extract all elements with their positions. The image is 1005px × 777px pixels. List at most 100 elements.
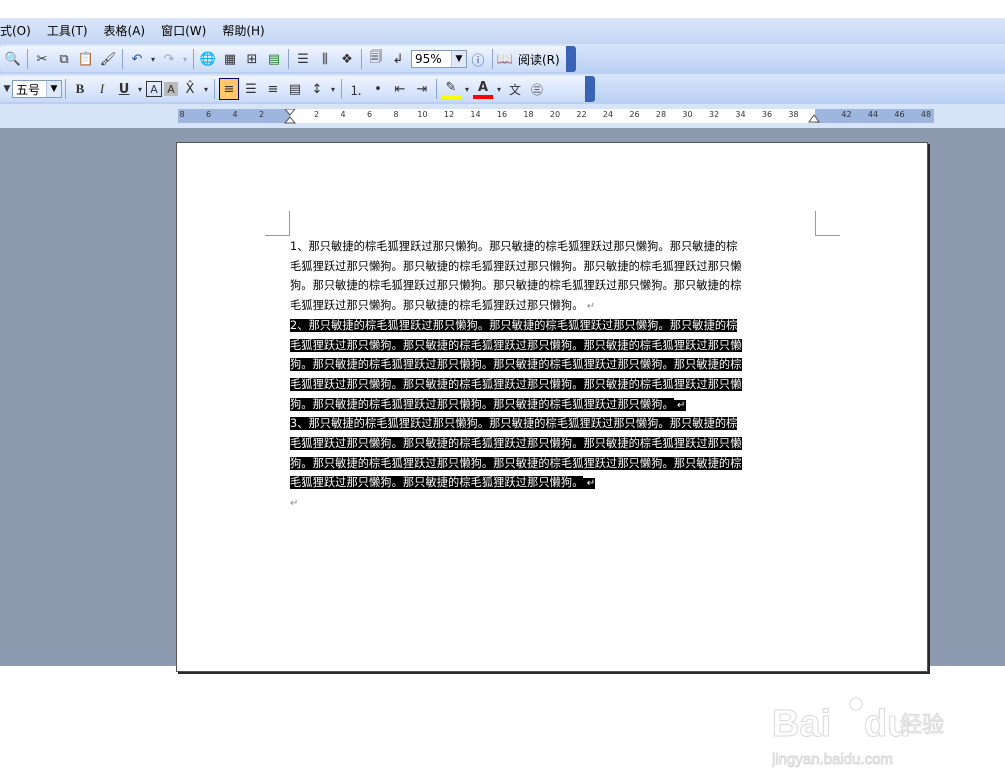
line-spacing-dropdown-icon[interactable]: ▾ <box>329 78 337 100</box>
paragraph-mark-icon: ↵ <box>290 498 299 510</box>
insert-excel-icon[interactable]: ▤ <box>264 48 284 70</box>
ruler-tick-label: 26 <box>629 110 640 119</box>
paste-icon[interactable]: 📋 <box>76 48 96 70</box>
insert-table-icon[interactable]: ⊞ <box>242 48 262 70</box>
italic-icon[interactable]: I <box>92 78 112 100</box>
paragraph-mark-icon: ↵ <box>673 399 686 411</box>
bold-icon[interactable]: B <box>70 78 90 100</box>
menu-help[interactable]: 帮助(H) <box>214 18 272 44</box>
undo-dropdown-icon[interactable]: ▾ <box>149 48 157 70</box>
document-paragraph[interactable]: 3、那只敏捷的棕毛狐狸跃过那只懒狗。那只敏捷的棕毛狐狸跃过那只懒狗。那只敏捷的棕… <box>290 414 818 494</box>
char-scaling-dropdown-icon[interactable]: ▾ <box>202 78 210 100</box>
ruler-tick-label: 24 <box>602 110 614 119</box>
decrease-indent-icon[interactable]: ⇤ <box>390 78 410 100</box>
redo-dropdown-icon[interactable]: ▾ <box>181 48 189 70</box>
zoom-combo[interactable]: 95% ▼ <box>411 50 467 68</box>
align-center-icon[interactable]: ☰ <box>241 78 261 100</box>
menu-window[interactable]: 窗口(W) <box>153 18 214 44</box>
right-indent-icon[interactable] <box>808 113 820 123</box>
document-page[interactable]: 1、那只敏捷的棕毛狐狸跃过那只懒狗。那只敏捷的棕毛狐狸跃过那只懒狗。那只敏捷的棕… <box>176 142 928 672</box>
align-left-icon[interactable]: ≡ <box>219 78 239 100</box>
paw-icon <box>849 697 863 711</box>
redo-icon[interactable]: ↷ <box>159 48 179 70</box>
bullets-icon[interactable]: • <box>368 78 388 100</box>
first-line-indent-icon[interactable] <box>284 109 296 125</box>
numbering-icon[interactable]: ⒈ <box>346 78 366 100</box>
text-line: 毛狐狸跃过那只懒狗。那只敏捷的棕毛狐狸跃过那只懒狗。 ↵ <box>290 296 818 317</box>
window-top-strip <box>0 0 1005 18</box>
text-line: 狗。那只敏捷的棕毛狐狸跃过那只懒狗。那只敏捷的棕毛狐狸跃过那只懒狗。那只敏捷的棕 <box>290 454 818 474</box>
line-text: 狗。那只敏捷的棕毛狐狸跃过那只懒狗。那只敏捷的棕毛狐狸跃过那只懒狗。那只敏捷的棕 <box>290 456 742 470</box>
char-border-icon[interactable]: A <box>146 81 162 97</box>
help-icon[interactable]: ⓘ <box>468 48 488 70</box>
text-line: 毛狐狸跃过那只懒狗。那只敏捷的棕毛狐狸跃过那只懒狗。那只敏捷的棕毛狐狸跃过那只懒 <box>290 434 818 454</box>
ruler-tick-label: 44 <box>867 110 879 119</box>
ruler-tick-label: 6 <box>205 110 212 119</box>
ruler-tick-label: 16 <box>496 110 508 119</box>
ruler-area: 8 6 4 2 2 4 6 8 10 12 14 16 18 20 22 24 26 28 30 32 34 36 38 42… <box>0 104 1005 128</box>
formatting-toolbar-group: ▼ 五号 ▼ B I U ▾ A A X̂ ▾ ≡ ☰ ≡ ▤ ↕ ▾ ⒈ • … <box>0 76 589 102</box>
menu-table[interactable]: 表格(A) <box>96 18 154 44</box>
font-size-value: 五号 <box>16 82 41 97</box>
formatting-toolbar: ▼ 五号 ▼ B I U ▾ A A X̂ ▾ ≡ ☰ ≡ ▤ ↕ ▾ ⒈ • … <box>0 74 1005 104</box>
char-shading-icon[interactable]: A <box>164 82 178 96</box>
chevron-down-icon[interactable]: ▼ <box>451 51 466 67</box>
text-line: 毛狐狸跃过那只懒狗。那只敏捷的棕毛狐狸跃过那只懒狗。那只敏捷的棕毛狐狸跃过那只懒 <box>290 336 818 356</box>
underline-dropdown-icon[interactable]: ▾ <box>136 78 144 100</box>
read-icon[interactable]: 📖 <box>497 48 513 70</box>
copy-icon[interactable]: ⧉ <box>54 48 74 70</box>
toolbar-options-icon[interactable] <box>566 46 576 72</box>
underline-icon[interactable]: U <box>114 78 134 100</box>
print-preview-icon[interactable]: 🔍 <box>3 48 23 70</box>
watermark-brand: Bai <box>772 703 831 745</box>
highlight-dropdown-icon[interactable]: ▾ <box>463 78 471 100</box>
text-line: 狗。那只敏捷的棕毛狐狸跃过那只懒狗。那只敏捷的棕毛狐狸跃过那只懒狗。 ↵ <box>290 395 818 416</box>
increase-indent-icon[interactable]: ⇥ <box>412 78 432 100</box>
ruler-tick-label: 10 <box>417 110 428 119</box>
document-paragraph[interactable]: 1、那只敏捷的棕毛狐狸跃过那只懒狗。那只敏捷的棕毛狐狸跃过那只懒狗。那只敏捷的棕… <box>290 237 818 317</box>
undo-icon[interactable]: ↶ <box>127 48 147 70</box>
char-scaling-icon[interactable]: X̂ <box>180 78 200 100</box>
font-color-icon[interactable]: A <box>473 79 493 99</box>
justify-icon[interactable]: ▤ <box>285 78 305 100</box>
format-painter-icon[interactable]: 🖌 <box>98 48 118 70</box>
menu-tools[interactable]: 工具(T) <box>39 18 96 44</box>
highlight-icon[interactable]: ✎ <box>441 79 461 99</box>
margin-corner-marker <box>265 211 290 236</box>
paragraph-mark-icon[interactable]: ↲ <box>388 48 408 70</box>
font-color-dropdown-icon[interactable]: ▾ <box>495 78 503 100</box>
hyperlink-icon[interactable]: 🌐 <box>198 48 218 70</box>
watermark-cn: 经验 <box>900 713 944 738</box>
margin-corner-marker <box>815 211 840 236</box>
phonetic-guide-icon[interactable]: 文 <box>505 78 525 100</box>
drawing-icon[interactable]: ⫼ <box>315 48 335 70</box>
align-right-icon[interactable]: ≡ <box>263 78 283 100</box>
separator <box>193 49 194 69</box>
ruler-tick-label: 12 <box>443 110 455 119</box>
document-workspace: 1、那只敏捷的棕毛狐狸跃过那只懒狗。那只敏捷的棕毛狐狸跃过那只懒狗。那只敏捷的棕… <box>0 128 1005 769</box>
empty-paragraph[interactable]: ↵ <box>290 493 818 514</box>
chevron-down-icon[interactable]: ▼ <box>46 81 61 97</box>
cut-icon[interactable]: ✂ <box>32 48 52 70</box>
horizontal-ruler[interactable]: 8 6 4 2 2 4 6 8 10 12 14 16 18 20 22 24 26 28 30 32 34 36 38 42… <box>178 109 934 125</box>
text-line: 1、那只敏捷的棕毛狐狸跃过那只懒狗。那只敏捷的棕毛狐狸跃过那只懒狗。那只敏捷的棕 <box>290 237 818 257</box>
document-map-icon[interactable]: ❖ <box>337 48 357 70</box>
ruler-tick-label: 6 <box>366 110 373 119</box>
ruler-tick-label: 42 <box>841 110 852 119</box>
font-size-combo[interactable]: 五号 ▼ <box>12 80 62 98</box>
read-button[interactable]: 阅读(R) <box>514 51 564 68</box>
line-spacing-icon[interactable]: ↕ <box>307 78 327 100</box>
line-text: 毛狐狸跃过那只懒狗。那只敏捷的棕毛狐狸跃过那只懒狗。那只敏捷的棕毛狐狸跃过那只懒 <box>290 377 742 391</box>
font-dropdown-icon[interactable]: ▼ <box>3 78 11 100</box>
ruler-tick-label: 28 <box>655 110 667 119</box>
enclose-characters-icon[interactable]: ㊂ <box>527 78 547 100</box>
document-paragraph[interactable]: 2、那只敏捷的棕毛狐狸跃过那只懒狗。那只敏捷的棕毛狐狸跃过那只懒狗。那只敏捷的棕… <box>290 316 818 416</box>
toolbar-options-icon[interactable] <box>585 76 595 102</box>
menu-format[interactable]: 式(O) <box>0 18 39 44</box>
show-hide-icon[interactable]: 🗐 <box>366 48 386 70</box>
ruler-tick-label: 32 <box>708 110 720 119</box>
separator <box>341 79 342 99</box>
columns-icon[interactable]: ☰ <box>293 48 313 70</box>
tables-borders-icon[interactable]: ▦ <box>220 48 240 70</box>
ruler-tick-label: 4 <box>232 110 238 119</box>
